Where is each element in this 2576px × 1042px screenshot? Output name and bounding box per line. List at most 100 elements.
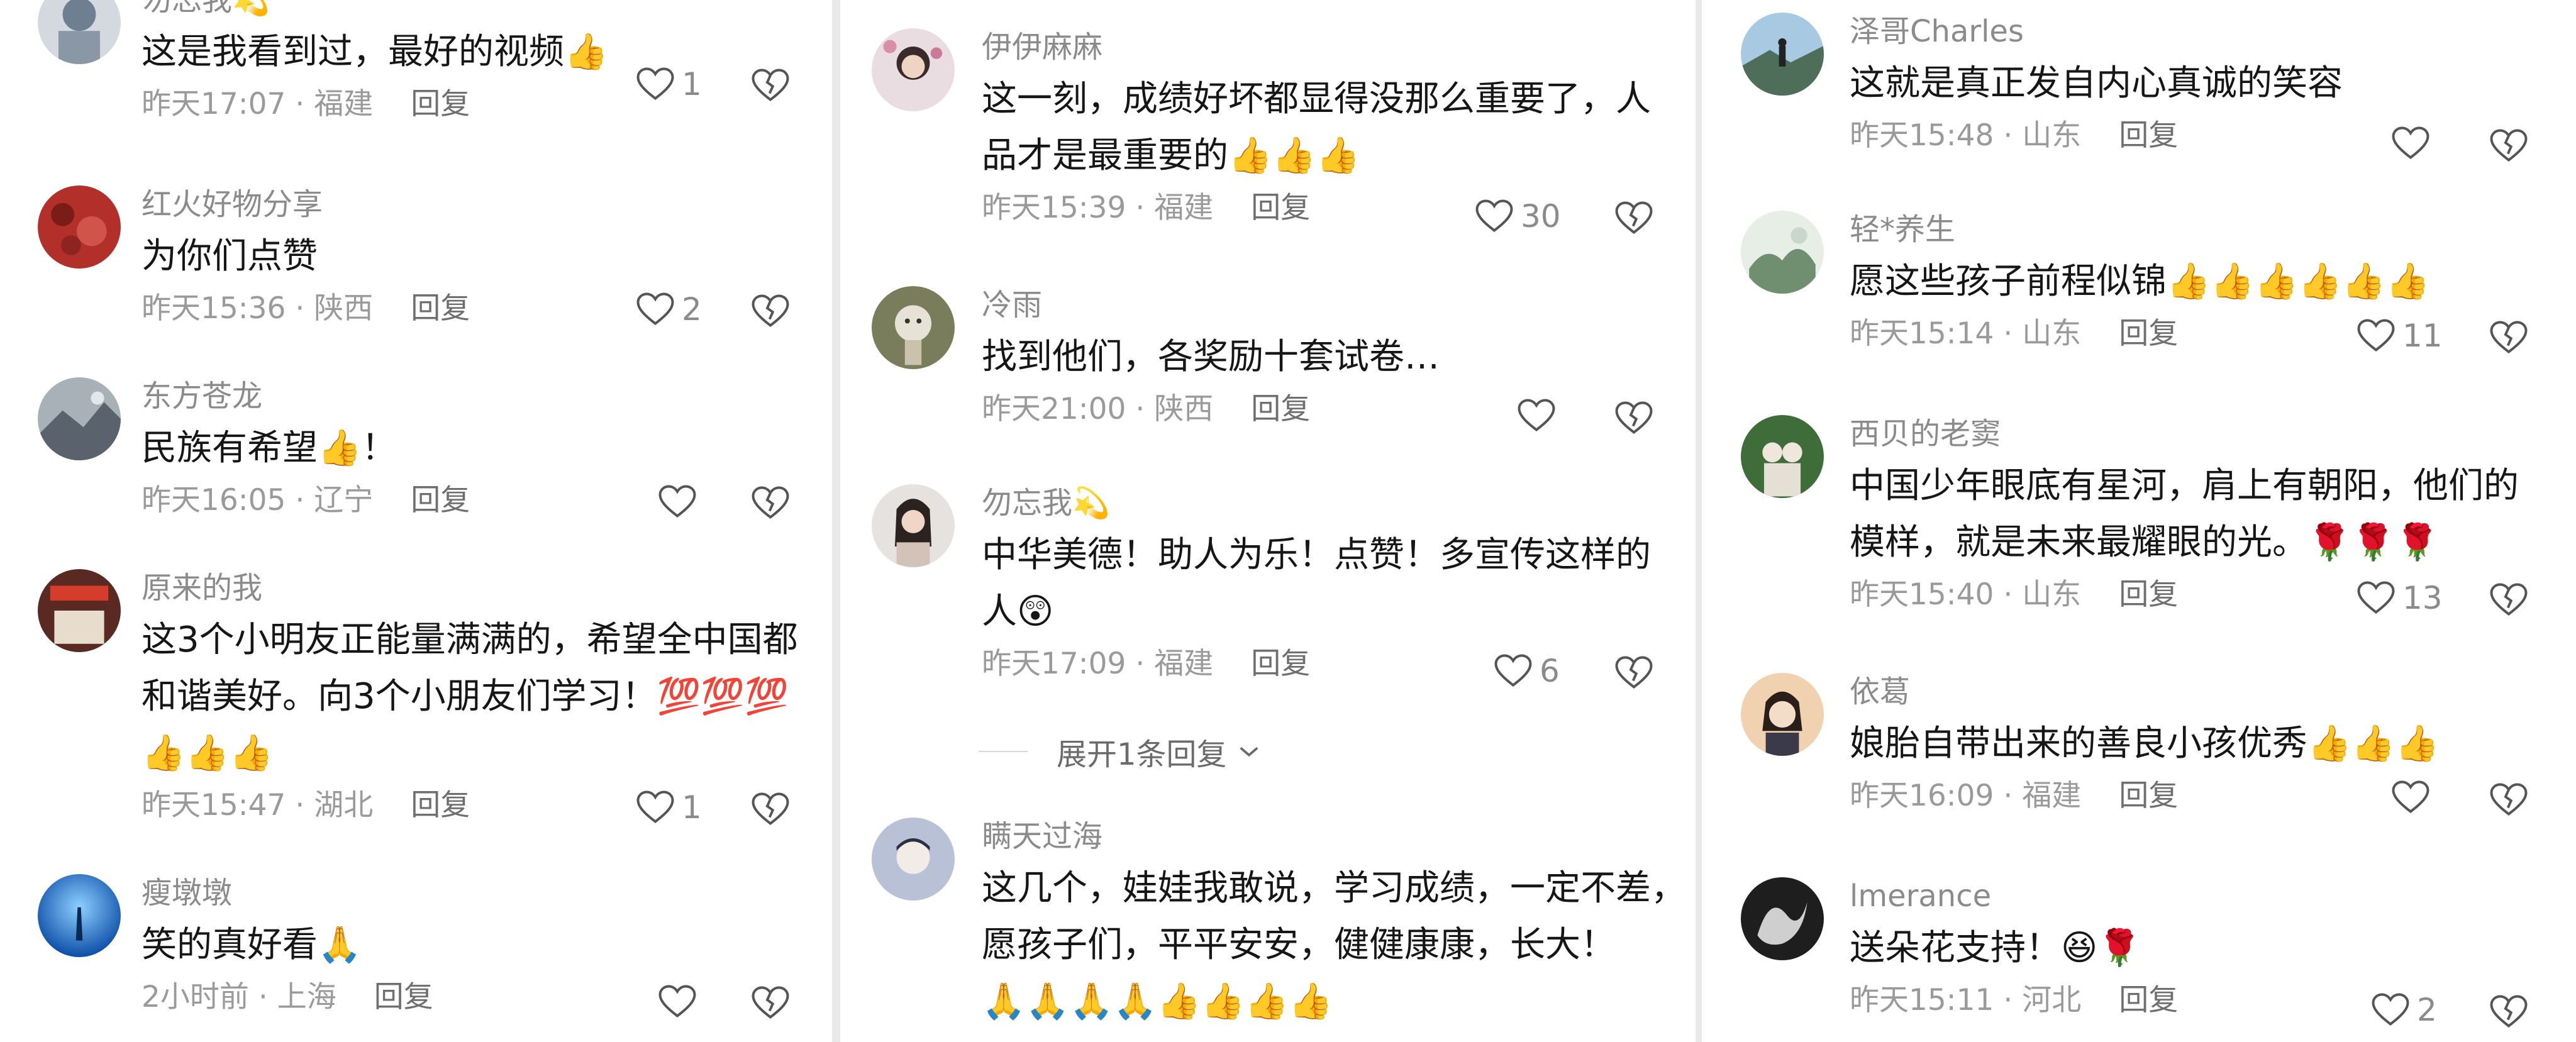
broken-heart-icon[interactable] [2490, 127, 2528, 165]
like-count: 13 [2402, 580, 2443, 616]
divider-line [979, 751, 1028, 752]
heart-outline-icon [1494, 654, 1532, 687]
expand-replies-label: 展开1条回复 [1057, 737, 1227, 772]
reply-button[interactable]: 回复 [374, 980, 433, 1014]
heart-outline-icon [2392, 780, 2429, 814]
comment-time: 昨天17:09 [982, 646, 1126, 681]
heart-outline-icon [1518, 399, 1555, 432]
avatar[interactable] [1741, 415, 1824, 498]
like-button[interactable] [2392, 780, 2437, 815]
like-button[interactable]: 2 [636, 291, 702, 328]
avatar[interactable] [872, 28, 955, 111]
like-button[interactable]: 30 [1475, 198, 1561, 235]
like-button[interactable] [1518, 398, 1563, 433]
heart-outline-icon [658, 985, 696, 1018]
avatar[interactable] [872, 484, 955, 567]
comment-username[interactable]: 原来的我 [142, 569, 798, 607]
comment-region: 山东 [2022, 118, 2082, 153]
comment-username[interactable]: 泽哥Charles [1850, 13, 2343, 50]
broken-heart-icon[interactable] [752, 67, 789, 104]
comment-username[interactable]: 勿忘我💫 [142, 0, 608, 19]
like-button[interactable]: 2 [2372, 992, 2437, 1028]
avatar[interactable] [872, 286, 955, 369]
comment-region: 山东 [2022, 316, 2082, 351]
reply-button[interactable]: 回复 [2119, 118, 2178, 153]
reply-button[interactable]: 回复 [1251, 191, 1310, 225]
like-button[interactable]: 1 [636, 789, 702, 826]
reply-button[interactable]: 回复 [2119, 779, 2178, 813]
comment-region: 福建 [2022, 779, 2082, 813]
comment-username[interactable]: 勿忘我💫 [982, 484, 1651, 522]
comment-text: 这是我看到过，最好的视频👍 [142, 31, 608, 72]
reply-button[interactable]: 回复 [411, 483, 470, 518]
heart-outline-icon [2357, 581, 2395, 614]
comment-region: 福建 [1154, 191, 1214, 225]
comment-username[interactable]: 红火好物分享 [142, 186, 470, 223]
comment-username[interactable]: 伊伊麻麻 [982, 28, 1651, 66]
avatar[interactable] [872, 818, 955, 901]
avatar[interactable] [1741, 673, 1824, 756]
broken-heart-icon[interactable] [752, 790, 789, 828]
avatar[interactable] [38, 569, 121, 652]
heart-outline-icon [636, 790, 674, 824]
broken-heart-icon[interactable] [752, 292, 789, 330]
comment-region: 陕西 [314, 291, 374, 326]
comment-text: 民族有希望👍！ [142, 428, 397, 468]
comment-meta: 昨天16:05 · 辽宁 回复 [142, 483, 470, 518]
comment-text: 找到他们，各奖励十套试卷… [982, 336, 1440, 377]
comment-username[interactable]: 冷雨 [982, 286, 1440, 324]
avatar[interactable] [1741, 13, 1824, 96]
comment-region: 上海 [277, 980, 336, 1014]
comment-username[interactable]: 瘦墩墩 [142, 874, 433, 912]
avatar[interactable] [38, 377, 121, 460]
comment-username[interactable]: lmerance [1850, 877, 2178, 915]
comment-username[interactable]: 轻*养生 [1850, 211, 2429, 248]
avatar[interactable] [38, 0, 121, 64]
reply-button[interactable]: 回复 [2119, 577, 2178, 612]
comment-text-line: 这几个，娃娃我敢说，学习成绩，一定不差， [982, 868, 1686, 909]
like-button[interactable] [658, 984, 704, 1019]
like-button[interactable]: 11 [2357, 318, 2443, 354]
like-button[interactable]: 1 [636, 66, 702, 103]
broken-heart-icon[interactable] [2490, 581, 2528, 619]
avatar[interactable] [1741, 877, 1824, 960]
broken-heart-icon[interactable] [752, 984, 789, 1022]
comment-meta: 昨天16:09 · 福建 回复 [1850, 779, 2179, 813]
comment-text-line: 品才是最重要的👍👍👍 [982, 135, 1360, 176]
broken-heart-icon[interactable] [752, 484, 789, 522]
comment-meta: 昨天15:36 · 陕西 回复 [142, 291, 470, 326]
reply-button[interactable]: 回复 [1251, 392, 1310, 426]
comment-meta: 昨天15:11 · 河北 回复 [1850, 983, 2179, 1017]
broken-heart-icon[interactable] [2490, 993, 2528, 1031]
expand-replies-button[interactable]: 展开1条回复 [979, 729, 1261, 773]
like-button[interactable] [658, 484, 704, 519]
broken-heart-icon[interactable] [2490, 319, 2528, 357]
avatar[interactable] [38, 874, 121, 957]
broken-heart-icon[interactable] [1615, 399, 1653, 437]
reply-button[interactable]: 回复 [2119, 983, 2178, 1017]
comment-text: 这3个小明友正能量满满的，希望全中国都 和谐美好。向3个小朋友们学习！💯💯💯 👍… [142, 612, 798, 782]
heart-outline-icon [636, 292, 674, 326]
comment-time: 昨天15:40 [1850, 577, 1994, 612]
comment-username[interactable]: 西贝的老窦 [1850, 415, 2519, 453]
reply-button[interactable]: 回复 [1251, 646, 1310, 681]
comment-region: 福建 [1154, 646, 1214, 681]
reply-button[interactable]: 回复 [411, 788, 470, 823]
reply-button[interactable]: 回复 [2119, 316, 2178, 351]
like-button[interactable] [2392, 126, 2437, 161]
reply-button[interactable]: 回复 [411, 87, 470, 121]
comment-time: 昨天15:11 [1850, 983, 1994, 1017]
like-button[interactable]: 13 [2357, 580, 2443, 616]
like-button[interactable]: 6 [1494, 653, 1560, 689]
avatar[interactable] [1741, 211, 1824, 294]
comment-text: 中华美德！助人为乐！点赞！多宣传这样的 人😲 [982, 527, 1651, 640]
comment-text-line: 人😲 [982, 591, 1054, 632]
reply-button[interactable]: 回复 [411, 291, 470, 326]
comment-username[interactable]: 东方苍龙 [142, 377, 470, 415]
avatar[interactable] [38, 186, 121, 269]
comment-username[interactable]: 依葛 [1850, 673, 2439, 711]
broken-heart-icon[interactable] [2490, 781, 2528, 819]
broken-heart-icon[interactable] [1615, 199, 1653, 237]
broken-heart-icon[interactable] [1615, 654, 1653, 692]
comment-username[interactable]: 瞒天过海 [982, 818, 1686, 855]
